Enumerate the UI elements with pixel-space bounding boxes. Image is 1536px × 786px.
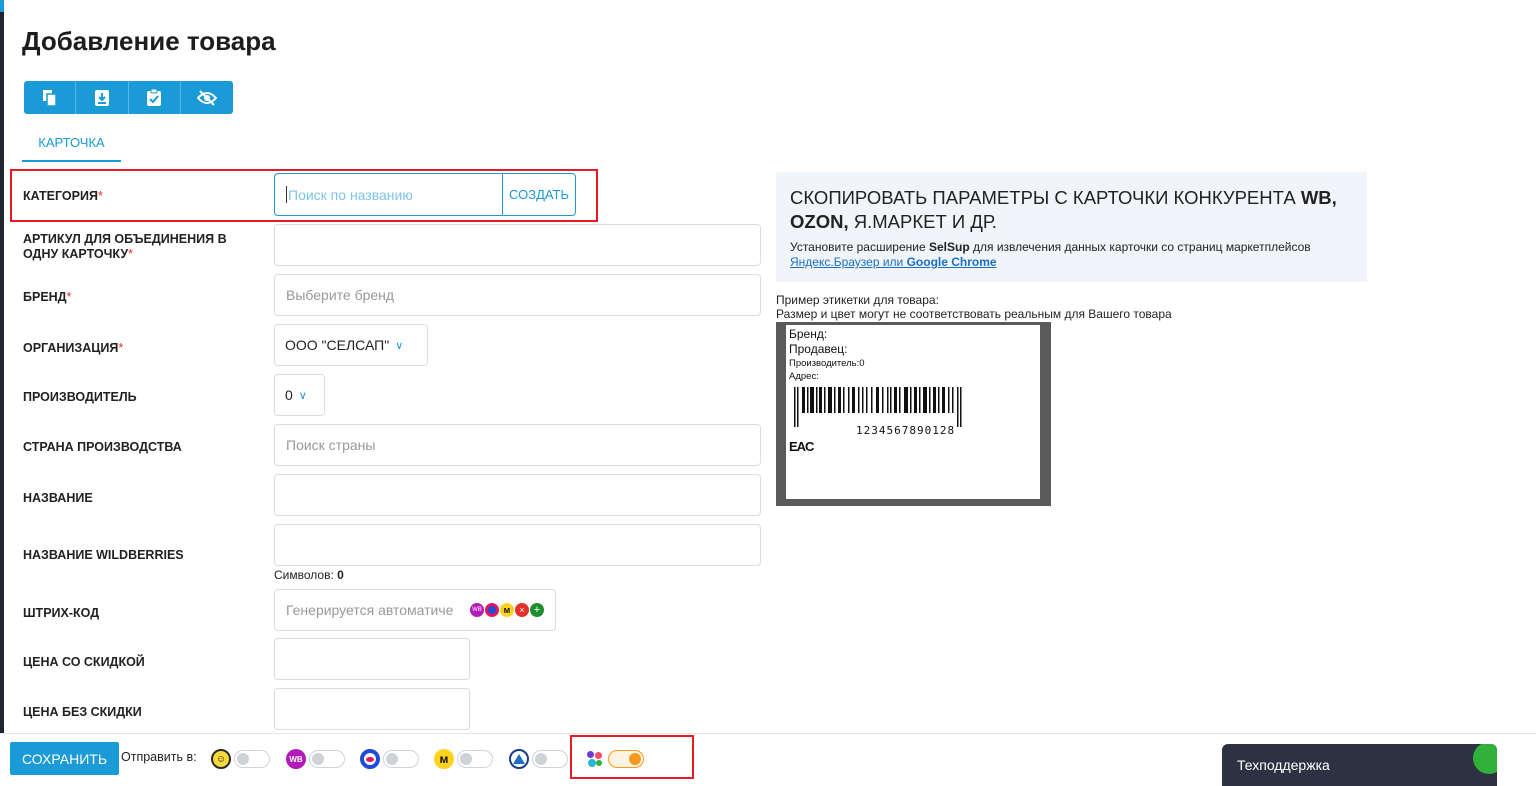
copy-competitor-card: СКОПИРОВАТЬ ПАРАМЕТРЫ С КАРТОЧКИ КОНКУРЕ…: [776, 172, 1367, 282]
page-title: Добавление товара: [22, 26, 276, 56]
barcode-input[interactable]: Генерируется автоматиче WB м × +: [274, 589, 556, 631]
price-discount-input[interactable]: [274, 638, 470, 680]
label-barcode-number: 1234567890128: [856, 424, 956, 437]
organization-label: ОРГАНИЗАЦИЯ*: [23, 341, 124, 355]
brand-label: БРЕНД*: [23, 290, 72, 304]
manufacturer-select[interactable]: 0 ∨: [274, 374, 325, 416]
article-label: АРТИКУЛ ДЛЯ ОБЪЕДИНЕНИЯ В ОДНУ КАРТОЧКУ*: [23, 232, 227, 261]
chevron-down-icon: ∨: [395, 339, 404, 352]
create-category-button[interactable]: СОЗДАТЬ: [502, 173, 576, 216]
label-example-frame: Бренд: Продавец: Производитель:0 Адрес: …: [776, 322, 1051, 506]
clipboard-check-icon: [147, 88, 162, 106]
dots-marketplace-icon: [585, 749, 605, 769]
label-manufacturer: Производитель:0: [789, 358, 865, 369]
label-seller: Продавец:: [789, 342, 848, 356]
category-search-input[interactable]: Поиск по названию: [274, 173, 503, 216]
organization-select[interactable]: ООО "СЕЛСАП" ∨: [274, 324, 428, 366]
copy-card-description: Установите расширение SelSup для извлече…: [790, 240, 1311, 254]
download-button[interactable]: [76, 81, 129, 114]
marketplace-toggle-1: ☺: [211, 749, 270, 769]
label-address: Адрес:: [789, 371, 819, 382]
wb-name-label: НАЗВАНИЕ WILDBERRIES: [23, 548, 184, 562]
name-input[interactable]: [274, 474, 761, 516]
wb-icon: WB: [286, 749, 306, 769]
label-example-note: Пример этикетки для товара: Размер и цвет…: [776, 293, 1172, 321]
char-counter: Символов: 0: [274, 568, 344, 582]
copy-button[interactable]: [24, 81, 77, 114]
price-full-label: ЦЕНА БЕЗ СКИДКИ: [23, 705, 142, 719]
triangle-marketplace-icon: [509, 749, 529, 769]
marketplace-6-toggle[interactable]: [608, 750, 644, 768]
chevron-down-icon: ∨: [298, 389, 307, 402]
tab-card[interactable]: КАРТОЧКА: [22, 124, 121, 162]
wb-icon[interactable]: WB: [470, 603, 484, 617]
price-discount-label: ЦЕНА СО СКИДКОЙ: [23, 655, 145, 669]
marketplace-toggle-4: м: [434, 749, 493, 769]
marketplace-5-toggle[interactable]: [532, 750, 568, 768]
country-search-input[interactable]: Поиск страны: [274, 424, 761, 466]
marketplace-3-toggle[interactable]: [383, 750, 419, 768]
manufacturer-value: 0: [285, 387, 293, 403]
marketplace-1-toggle[interactable]: [234, 750, 270, 768]
marketplace-toggle-2: WB: [286, 749, 345, 769]
ozon-icon[interactable]: [485, 603, 499, 617]
name-label: НАЗВАНИЕ: [23, 491, 93, 505]
download-icon: [94, 89, 109, 106]
send-to-label: Отправить в:: [121, 750, 197, 764]
marketplace-2-toggle[interactable]: [309, 750, 345, 768]
toolbar: [24, 81, 233, 114]
yandex-market-icon: м: [434, 749, 454, 769]
manufacturer-label: ПРОИЗВОДИТЕЛЬ: [23, 390, 137, 404]
left-sidebar-edge: [0, 0, 4, 786]
barcode-placeholder: Генерируется автоматиче: [286, 602, 454, 618]
online-indicator: [1473, 744, 1497, 774]
x-marketplace-icon[interactable]: ×: [515, 603, 529, 617]
wb-name-input[interactable]: [274, 524, 761, 566]
smile-marketplace-icon: ☺: [211, 749, 231, 769]
add-icon[interactable]: +: [530, 603, 544, 617]
organization-value: ООО "СЕЛСАП": [285, 337, 390, 353]
country-label: СТРАНА ПРОИЗВОДСТВА: [23, 440, 182, 454]
marketplace-toggle-5: [509, 749, 568, 769]
barcode-generator-icons: WB м × +: [470, 603, 544, 617]
brand-select[interactable]: Выберите бренд: [274, 274, 761, 316]
marketplace-toggle-6: [585, 749, 644, 769]
marketplace-toggle-3: [360, 749, 419, 769]
label-example: Бренд: Продавец: Производитель:0 Адрес: …: [786, 325, 1040, 499]
clipboard-check-button[interactable]: [129, 81, 181, 114]
copy-icon: [42, 89, 57, 107]
barcode-label: ШТРИХ-КОД: [23, 606, 100, 620]
support-label: Техподдержка: [1237, 757, 1330, 773]
ozon-icon: [360, 749, 380, 769]
barcode-graphic: [794, 387, 962, 427]
eac-mark: EAC: [789, 439, 814, 454]
hide-button[interactable]: [181, 81, 233, 114]
eye-off-icon: [196, 89, 217, 106]
extension-link[interactable]: Яндекс.Браузер или Google Chrome: [790, 255, 1353, 269]
yandex-market-icon[interactable]: м: [500, 603, 514, 617]
save-button[interactable]: СОХРАНИТЬ: [10, 742, 119, 775]
price-full-input[interactable]: [274, 688, 470, 730]
marketplace-4-toggle[interactable]: [457, 750, 493, 768]
category-label: КАТЕГОРИЯ*: [23, 189, 103, 203]
support-chat-button[interactable]: Техподдержка: [1222, 744, 1497, 786]
article-input[interactable]: [274, 224, 761, 266]
left-sidebar-accent: [0, 0, 4, 12]
copy-card-title: СКОПИРОВАТЬ ПАРАМЕТРЫ С КАРТОЧКИ КОНКУРЕ…: [790, 187, 1337, 232]
label-brand: Бренд:: [789, 327, 828, 341]
